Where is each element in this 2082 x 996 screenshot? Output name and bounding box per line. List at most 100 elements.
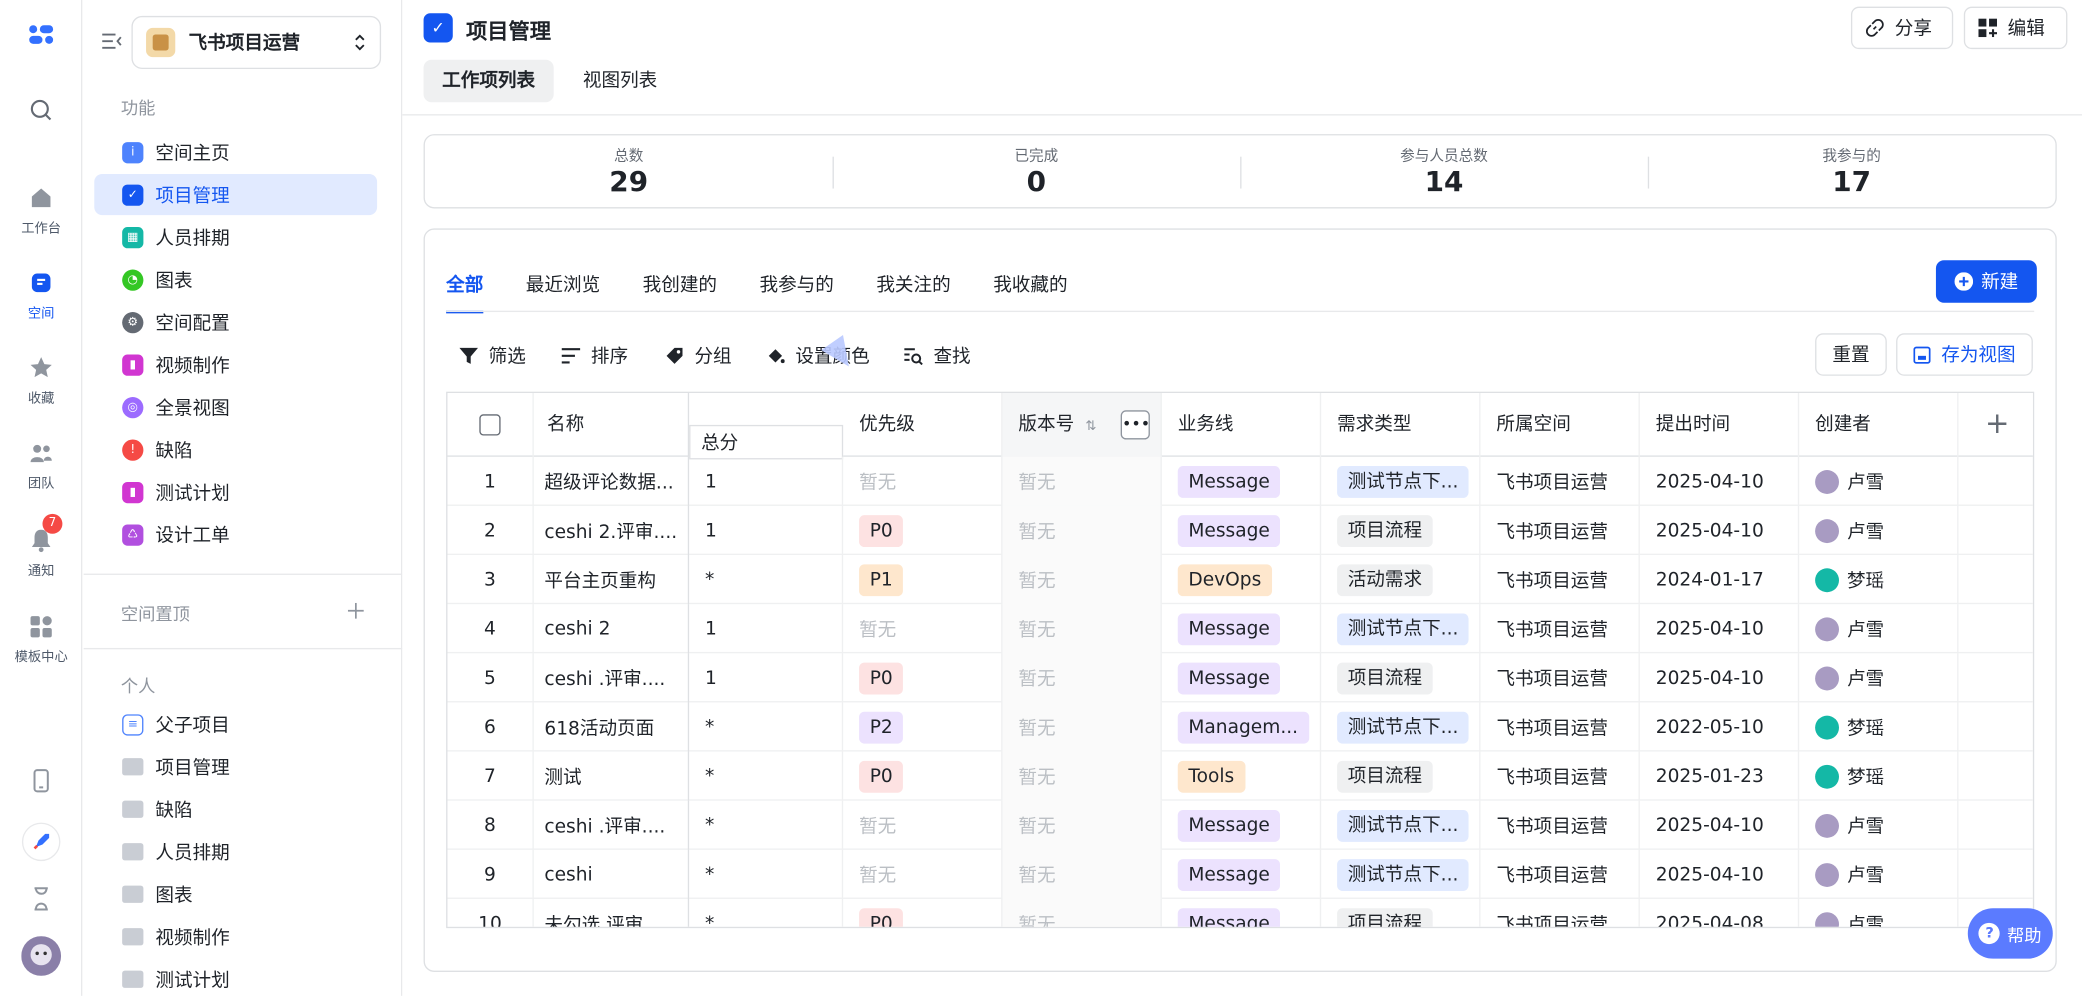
filter-tab-recent[interactable]: 最近浏览 — [526, 271, 600, 313]
cell-no[interactable]: 5 — [447, 653, 534, 703]
cell-creator[interactable]: 卢雪 — [1799, 800, 1959, 850]
cell-version[interactable]: 暂无 — [1002, 555, 1162, 605]
table-row[interactable]: 4 ceshi 2 1 暂无 暂无 Message 测试节点下... 飞书项目运营 2025-0… — [447, 604, 2033, 654]
table-row[interactable]: 7 测试 * P0 暂无 Tools 项目流程 飞书项目运营 2025-01-23 梦瑶 — [447, 751, 2033, 801]
cell-biz[interactable]: Message — [1162, 505, 1322, 556]
cell-creator[interactable]: 梦瑶 — [1799, 751, 1959, 801]
nav-panorama[interactable]: ◎ 全景视图 — [94, 386, 377, 427]
cell-creator[interactable]: 卢雪 — [1799, 505, 1959, 556]
personal-item[interactable]: 视频制作 — [94, 916, 377, 957]
cell-date[interactable]: 2025-04-10 — [1640, 505, 1800, 556]
col-header-name[interactable]: 名称 — [534, 393, 690, 457]
filter-tab-created[interactable]: 我创建的 — [643, 271, 717, 313]
cell-name[interactable]: ceshi 2.评审.... — [534, 505, 690, 556]
cell-name[interactable]: 超级评论数据... — [534, 456, 690, 506]
cell-name[interactable]: 测试 — [534, 751, 690, 801]
table-row[interactable]: 5 ceshi .评审.... 1 P0 暂无 Message 项目流程 飞书项目运营 2025… — [447, 653, 2033, 703]
filter-tab-all[interactable]: 全部 — [446, 271, 484, 314]
cell-version[interactable]: 暂无 — [1002, 505, 1162, 556]
cell-creator[interactable]: 卢雪 — [1799, 604, 1959, 654]
cell-score[interactable]: * — [689, 800, 844, 850]
cell-biz[interactable]: Managem... — [1162, 702, 1322, 752]
cell-priority[interactable]: 暂无 — [843, 456, 1003, 506]
nav-project-manage[interactable]: ✓ 项目管理 — [94, 173, 378, 216]
cell-biz[interactable]: Message — [1162, 898, 1322, 927]
nav-schedule[interactable]: ▦ 人员排期 — [94, 216, 377, 257]
cell-req[interactable]: 测试节点下... — [1321, 800, 1481, 850]
filter-tab-favorited[interactable]: 我收藏的 — [993, 271, 1067, 313]
cell-no[interactable]: 6 — [447, 702, 534, 752]
cell-date[interactable]: 2025-04-08 — [1640, 898, 1800, 927]
filter-button[interactable]: 筛选 — [459, 343, 526, 370]
cell-space[interactable]: 飞书项目运营 — [1480, 702, 1640, 752]
table-row[interactable]: 8 ceshi .评审.... * 暂无 暂无 Message 测试节点下... 飞书项目运营… — [447, 800, 2033, 850]
cell-date[interactable]: 2025-04-10 — [1640, 800, 1800, 850]
filter-tab-following[interactable]: 我关注的 — [876, 271, 950, 313]
collapse-sidebar-icon[interactable] — [101, 32, 122, 51]
cell-date[interactable]: 2025-04-10 — [1640, 456, 1800, 506]
cell-creator[interactable]: 梦瑶 — [1799, 702, 1959, 752]
col-header-date[interactable]: 提出时间 — [1640, 393, 1800, 457]
tab-view-list[interactable]: 视图列表 — [564, 60, 676, 102]
help-button[interactable]: ? 帮助 — [1967, 908, 2053, 959]
cell-name[interactable]: ceshi .评审.... — [534, 653, 690, 703]
cell-priority[interactable]: P2 — [843, 702, 1003, 752]
cell-biz[interactable]: Message — [1162, 653, 1322, 703]
col-header-priority[interactable]: 优先级 — [843, 393, 1003, 457]
rail-workbench[interactable]: 工作台 — [0, 185, 82, 236]
cell-no[interactable]: 10 — [447, 898, 534, 927]
cell-priority[interactable]: P0 — [843, 653, 1003, 703]
cell-space[interactable]: 飞书项目运营 — [1480, 800, 1640, 850]
cell-space[interactable]: 飞书项目运营 — [1480, 555, 1640, 605]
cell-space[interactable]: 飞书项目运营 — [1480, 456, 1640, 506]
cell-req[interactable]: 活动需求 — [1321, 555, 1481, 605]
app-logo[interactable] — [0, 21, 82, 53]
cell-name[interactable]: ceshi .评审.... — [534, 800, 690, 850]
rail-mobile[interactable] — [0, 767, 82, 799]
cell-biz[interactable]: DevOps — [1162, 555, 1322, 605]
cell-biz[interactable]: Message — [1162, 604, 1322, 654]
table-row[interactable]: 3 平台主页重构 * P1 暂无 DevOps 活动需求 飞书项目运营 2024-01-17 梦瑶 — [447, 555, 2033, 605]
cell-date[interactable]: 2025-04-10 — [1640, 604, 1800, 654]
cell-creator[interactable]: 卢雪 — [1799, 456, 1959, 506]
cell-creator[interactable]: 梦瑶 — [1799, 555, 1959, 605]
nav-chart[interactable]: ◔ 图表 — [94, 259, 377, 300]
rail-search[interactable] — [0, 97, 82, 129]
cell-score[interactable]: 1 — [689, 456, 844, 506]
cell-req[interactable]: 测试节点下... — [1321, 604, 1481, 654]
cell-score[interactable]: 1 — [689, 653, 844, 703]
rail-launch[interactable] — [0, 822, 82, 867]
rail-notifications[interactable]: 通知 7 — [0, 513, 82, 579]
col-header-creator[interactable]: 创建者 — [1799, 393, 1959, 457]
cell-creator[interactable]: 卢雪 — [1799, 898, 1959, 927]
cell-date[interactable]: 2024-01-17 — [1640, 555, 1800, 605]
cell-space[interactable]: 飞书项目运营 — [1480, 751, 1640, 801]
cell-score[interactable]: 1 — [689, 505, 844, 556]
cell-version[interactable]: 暂无 — [1002, 849, 1162, 899]
cell-priority[interactable]: P1 — [843, 555, 1003, 605]
cell-score[interactable]: 1 — [689, 604, 844, 654]
cell-space[interactable]: 飞书项目运营 — [1480, 604, 1640, 654]
col-header-score[interactable]: 总分 — [689, 424, 844, 460]
cell-date[interactable]: 2025-04-10 — [1640, 849, 1800, 899]
filter-tab-participated[interactable]: 我参与的 — [760, 271, 834, 313]
nav-space-home[interactable]: i 空间主页 — [94, 131, 377, 172]
group-button[interactable]: 分组 — [665, 343, 732, 370]
cell-version[interactable]: 暂无 — [1002, 800, 1162, 850]
cell-date[interactable]: 2025-04-10 — [1640, 653, 1800, 703]
cell-no[interactable]: 2 — [447, 505, 534, 556]
find-button[interactable]: 查找 — [904, 343, 971, 370]
user-avatar[interactable] — [0, 936, 82, 981]
nav-defect[interactable]: ! 缺陷 — [94, 429, 377, 470]
tab-work-items[interactable]: 工作项列表 — [423, 59, 554, 103]
cell-date[interactable]: 2025-01-23 — [1640, 751, 1800, 801]
table-row[interactable]: 2 ceshi 2.评审.... 1 P0 暂无 Message 项目流程 飞书项目运营 202… — [447, 505, 2033, 556]
personal-item[interactable]: ≡ 父子项目 — [94, 704, 377, 745]
cell-priority[interactable]: P0 — [843, 898, 1003, 927]
cell-priority[interactable]: 暂无 — [843, 604, 1003, 654]
table-row[interactable]: 6 618活动页面 * P2 暂无 Managem... 测试节点下... 飞书项目运营 202… — [447, 702, 2033, 752]
personal-item[interactable]: 图表 — [94, 874, 377, 915]
cell-req[interactable]: 测试节点下... — [1321, 456, 1481, 506]
cell-priority[interactable]: 暂无 — [843, 800, 1003, 850]
sort-button[interactable]: 排序 — [561, 343, 628, 370]
